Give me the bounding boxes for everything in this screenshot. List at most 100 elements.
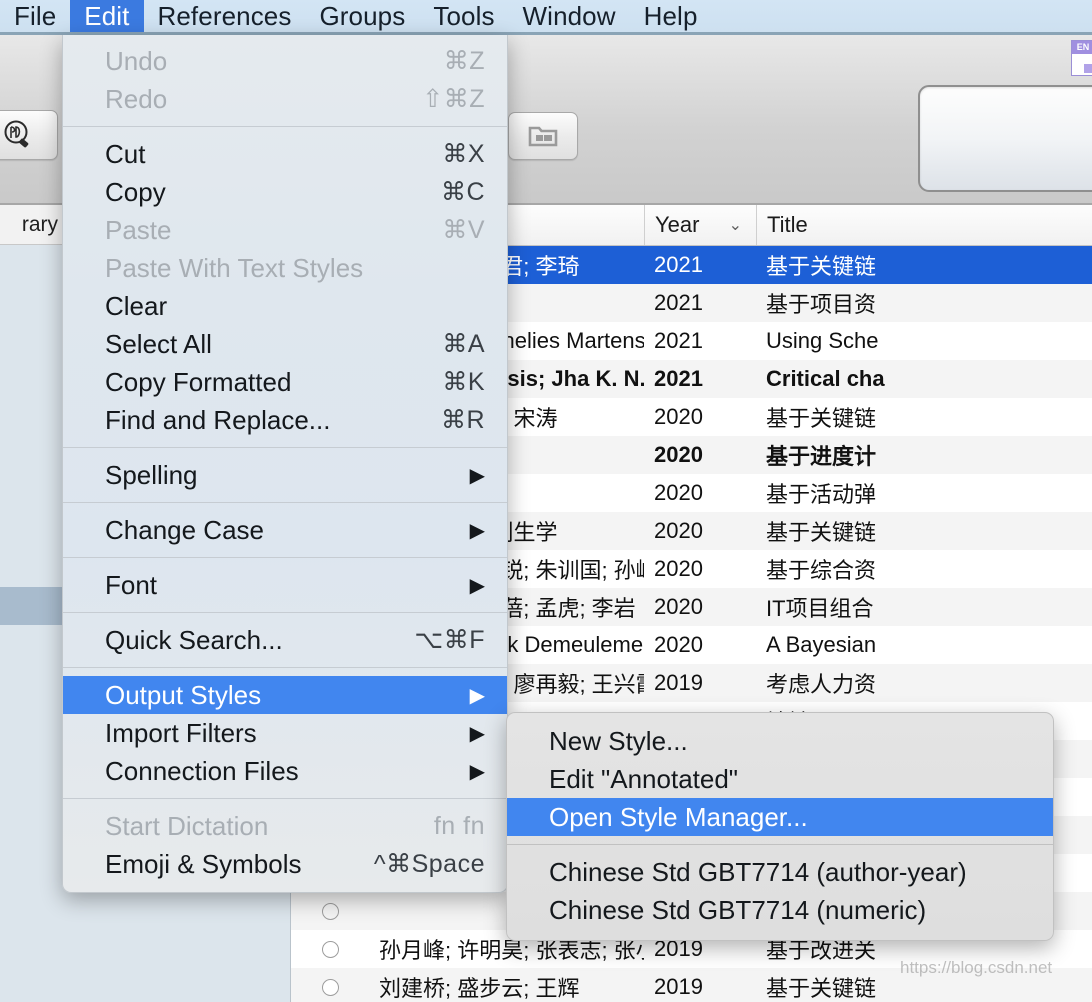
submenu-item-edit-annotated[interactable]: Edit "Annotated" [507, 760, 1053, 798]
library-tab[interactable]: rary [0, 205, 62, 245]
cell-year: 2020 [654, 404, 703, 429]
cell-title: 考虑人力资 [766, 672, 877, 697]
cell-title: A Bayesian [766, 632, 877, 657]
submenu-item-chinese-std-gbt7714-author-year[interactable]: Chinese Std GBT7714 (author-year) [507, 853, 1053, 891]
menu-item-change-case[interactable]: Change Case ▶ [63, 511, 507, 549]
menu-item-label: Paste With Text Styles [105, 252, 364, 283]
cell-year: 2020 [654, 594, 703, 619]
menu-item-shortcut: ⌥⌘F [414, 626, 485, 654]
menu-item-label: Font [105, 569, 158, 600]
submenu-item-open-style-manager[interactable]: Open Style Manager... [507, 798, 1053, 836]
quick-search-field[interactable] [918, 85, 1092, 192]
menu-item-spelling[interactable]: Spelling ▶ [63, 456, 507, 494]
menu-item-label: Find and Replace... [105, 404, 331, 435]
menu-item-font[interactable]: Font ▶ [63, 566, 507, 604]
menu-item-copy-formatted[interactable]: Copy Formatted ⌘K [63, 363, 507, 401]
cell-author: 刘建桥; 盛步云; 王辉 [379, 976, 580, 1001]
menubar-item-references[interactable]: References [144, 0, 306, 32]
cell-title: Using Sche [766, 328, 879, 353]
submenu-item-new-style[interactable]: New Style... [507, 722, 1053, 760]
read-status-circle-icon[interactable] [321, 902, 339, 920]
menu-item-label: Undo [105, 45, 168, 76]
menubar-item-tools[interactable]: Tools [419, 0, 508, 32]
submenu-arrow-icon: ▶ [469, 464, 485, 487]
read-status-circle-icon[interactable] [321, 940, 339, 958]
menu-item-connection-files[interactable]: Connection Files ▶ [63, 752, 507, 790]
endnote-badge-corner [1084, 64, 1092, 73]
submenu-item-label: Open Style Manager... [549, 801, 808, 832]
menu-item-emoji-symbols[interactable]: Emoji & Symbols ^⌘Space [63, 845, 507, 883]
menu-item-label: Emoji & Symbols [105, 848, 302, 879]
library-tab-label: rary [21, 212, 58, 236]
table-row[interactable]: 刘建桥; 盛步云; 王辉 2019 基于关键链 [291, 968, 1092, 1002]
column-header-title[interactable]: Title [756, 205, 1092, 245]
read-status-circle-icon[interactable] [321, 978, 339, 996]
cell-year: 2021 [654, 290, 703, 315]
application-window: EN rary Author Year ⌄ Title 张静文; 刘婉君; 李琦… [0, 0, 1092, 1002]
menubar-item-window[interactable]: Window [509, 0, 630, 32]
submenu-separator [507, 844, 1053, 845]
menu-bar[interactable]: File Edit References Groups Tools Window Help [0, 0, 1092, 32]
menu-item-output-styles[interactable]: Output Styles ▶ [63, 676, 507, 714]
pdf-search-button[interactable] [0, 110, 58, 160]
menubar-item-file[interactable]: File [0, 0, 70, 32]
cell-title: 基于进度计 [766, 444, 877, 469]
cell-year: 2020 [654, 632, 703, 657]
menu-item-select-all[interactable]: Select All ⌘A [63, 325, 507, 363]
new-group-button[interactable] [508, 112, 578, 160]
menu-item-label: Clear [105, 290, 168, 321]
menu-separator [63, 667, 507, 668]
menu-item-shortcut: ⌘K [442, 368, 485, 396]
cell-title: 基于关键链 [766, 520, 877, 545]
menu-item-paste: Paste ⌘V [63, 211, 507, 249]
cell-year: 2020 [654, 480, 703, 505]
output-styles-submenu[interactable]: New Style... Edit "Annotated" Open Style M… [506, 712, 1054, 941]
column-header-year[interactable]: Year ⌄ [644, 205, 756, 245]
menu-item-label: Cut [105, 138, 146, 169]
cell-read-status[interactable] [291, 892, 369, 930]
cell-year: 2019 [654, 974, 703, 999]
sort-caret-icon: ⌄ [728, 217, 742, 234]
menu-item-cut[interactable]: Cut ⌘X [63, 135, 507, 173]
submenu-item-label: Edit "Annotated" [549, 763, 739, 794]
cell-year: 2020 [654, 442, 703, 467]
submenu-arrow-icon: ▶ [469, 574, 485, 597]
menu-item-label: Redo [105, 83, 168, 114]
menu-item-import-filters[interactable]: Import Filters ▶ [63, 714, 507, 752]
edit-menu-dropdown[interactable]: Undo ⌘Z Redo ⇧⌘Z Cut ⌘X Copy ⌘C Paste ⌘V Paste Wit… [62, 35, 508, 893]
menu-item-shortcut: fn fn [433, 811, 485, 840]
menu-item-find-and-replace[interactable]: Find and Replace... ⌘R [63, 401, 507, 439]
menu-item-label: Copy Formatted [105, 366, 292, 397]
menu-item-shortcut: ⌘A [442, 330, 485, 358]
menu-item-shortcut: ⌘X [442, 140, 485, 168]
menu-item-label: Quick Search... [105, 624, 283, 655]
group-folder-icon [528, 126, 558, 147]
cell-read-status[interactable] [291, 968, 369, 1002]
submenu-arrow-icon: ▶ [469, 722, 485, 745]
submenu-arrow-icon: ▶ [469, 519, 485, 542]
submenu-item-label: Chinese Std GBT7714 (numeric) [549, 894, 927, 925]
cell-year: 2021 [654, 366, 703, 391]
menu-separator [63, 502, 507, 503]
submenu-arrow-icon: ▶ [469, 684, 485, 707]
menu-separator [63, 798, 507, 799]
submenu-item-chinese-std-gbt7714-numeric[interactable]: Chinese Std GBT7714 (numeric) [507, 891, 1053, 929]
menu-item-start-dictation: Start Dictation fn fn [63, 807, 507, 845]
menubar-item-edit[interactable]: Edit [70, 0, 144, 32]
menu-item-clear[interactable]: Clear [63, 287, 507, 325]
cell-year: 2020 [654, 518, 703, 543]
menu-item-redo: Redo ⇧⌘Z [63, 80, 507, 118]
menubar-item-groups[interactable]: Groups [305, 0, 419, 32]
submenu-arrow-icon: ▶ [469, 760, 485, 783]
menu-item-shortcut: ⌘R [440, 406, 485, 434]
cell-title: Critical cha [766, 366, 885, 391]
menu-item-shortcut: ^⌘Space [373, 850, 485, 878]
menu-item-copy[interactable]: Copy ⌘C [63, 173, 507, 211]
menubar-item-help[interactable]: Help [630, 0, 712, 32]
cell-title: 基于项目资 [766, 292, 877, 317]
menu-item-quick-search[interactable]: Quick Search... ⌥⌘F [63, 621, 507, 659]
menu-item-label: Start Dictation [105, 810, 269, 841]
cell-read-status[interactable] [291, 930, 369, 968]
menu-item-label: Paste [105, 214, 172, 245]
menu-item-label: Spelling [105, 459, 198, 490]
